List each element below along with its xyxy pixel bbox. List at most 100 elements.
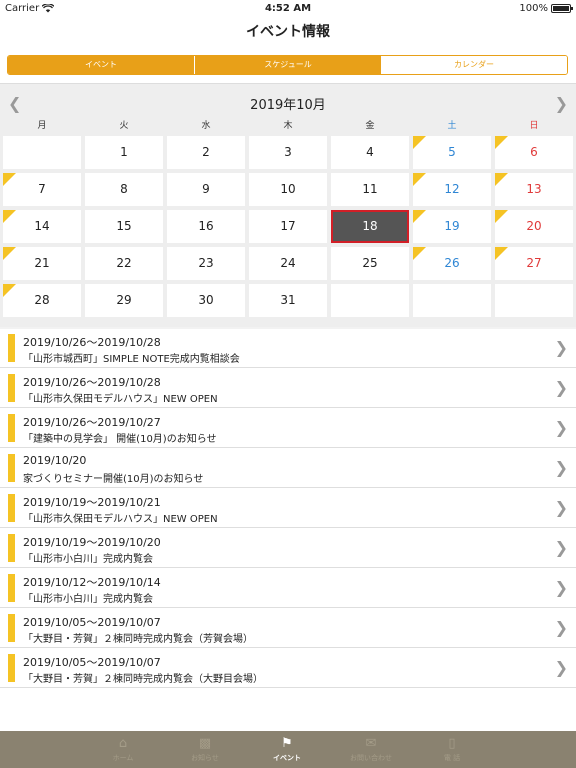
calendar-day[interactable]: 20 [495, 210, 573, 243]
calendar-day-number: 31 [280, 293, 296, 307]
calendar-day-number: 6 [530, 145, 538, 159]
event-color-bar [8, 614, 15, 642]
event-marker-icon [413, 247, 426, 260]
event-date: 2019/10/26〜2019/10/27 [23, 416, 161, 429]
calendar-day-number: 13 [526, 182, 542, 196]
status-time: 4:52 AM [264, 3, 312, 14]
event-marker-icon [3, 173, 16, 186]
calendar-day[interactable]: 3 [249, 136, 327, 169]
calendar-header: ❮ 2019年10月 ❯ [0, 84, 576, 118]
calendar-day-number: 29 [116, 293, 132, 307]
calendar-day[interactable]: 24 [249, 247, 327, 280]
event-list-item[interactable]: 2019/10/05〜2019/10/07 「大野目・芳賀」２棟同時完成内覧会（芳… [0, 609, 576, 648]
calendar-grid: 1 2 3 4 5 6 7 8 9 10 11 12 13 14 15 16 17 18 19 20 21 22 23 24 2… [0, 136, 576, 319]
calendar-day[interactable]: 16 [167, 210, 245, 243]
tab-home[interactable]: ⌂ ホーム [82, 731, 164, 768]
event-list-item[interactable]: 2019/10/19〜2019/10/20 「山形市小白川」完成内覧会 ❯ [0, 529, 576, 568]
calendar-day[interactable]: 6 [495, 136, 573, 169]
calendar-day[interactable]: 11 [331, 173, 409, 206]
event-list-item[interactable]: 2019/10/19〜2019/10/21 「山形市久保田モデルハウス」NEW O… [0, 489, 576, 528]
calendar-day-number: 14 [34, 219, 50, 233]
tab-contact[interactable]: ✉ お問い合わせ [330, 731, 412, 768]
event-marker-icon [3, 210, 16, 223]
event-title: 「山形市小白川」完成内覧会 [23, 554, 153, 565]
segment-control-bar: イベント スケジュール カレンダー [0, 48, 576, 84]
event-date: 2019/10/19〜2019/10/21 [23, 496, 161, 509]
chevron-right-icon: ❯ [554, 658, 568, 677]
calendar-day[interactable]: 15 [85, 210, 163, 243]
calendar-day[interactable]: 12 [413, 173, 491, 206]
status-bar: Carrier 4:52 AM 100% [0, 0, 576, 18]
calendar-day-number: 10 [280, 182, 296, 196]
calendar-day-number: 18 [362, 219, 378, 233]
calendar-day[interactable]: 21 [3, 247, 81, 280]
calendar-day[interactable]: 26 [413, 247, 491, 280]
event-date: 2019/10/12〜2019/10/14 [23, 576, 161, 589]
calendar-day[interactable]: 27 [495, 247, 573, 280]
calendar-day[interactable]: 31 [249, 284, 327, 317]
event-title: 「建築中の見学会」 開催(10月)のお知らせ [23, 434, 217, 445]
event-list-item[interactable]: 2019/10/26〜2019/10/28 「山形市城西町」SIMPLE NOTE… [0, 329, 576, 368]
chevron-right-icon[interactable]: ❯ [555, 94, 568, 113]
event-title: 「山形市城西町」SIMPLE NOTE完成内覧相談会 [23, 354, 240, 365]
home-icon: ⌂ [118, 736, 128, 751]
segment-calendar[interactable]: カレンダー [381, 56, 567, 74]
event-title: 「山形市久保田モデルハウス」NEW OPEN [23, 394, 218, 405]
phone-icon: ▯ [448, 736, 456, 751]
event-list: 2019/10/26〜2019/10/28 「山形市城西町」SIMPLE NOTE… [0, 329, 576, 731]
segment-control: イベント スケジュール カレンダー [7, 55, 568, 75]
calendar-empty-cell [495, 284, 573, 317]
calendar-day[interactable]: 10 [249, 173, 327, 206]
chevron-right-icon: ❯ [554, 338, 568, 357]
segment-schedule[interactable]: スケジュール [194, 56, 381, 74]
tab-event[interactable]: ⚑ イベント [246, 731, 328, 768]
calendar-day[interactable]: 28 [3, 284, 81, 317]
event-list-item[interactable]: 2019/10/26〜2019/10/28 「山形市久保田モデルハウス」NEW O… [0, 369, 576, 408]
calendar-day-number: 30 [198, 293, 214, 307]
event-color-bar [8, 534, 15, 562]
calendar-day-number: 8 [120, 182, 128, 196]
calendar-day[interactable]: 25 [331, 247, 409, 280]
calendar-day-number: 28 [34, 293, 50, 307]
calendar-day-number: 19 [444, 219, 460, 233]
calendar-day-number: 5 [448, 145, 456, 159]
calendar-day-number: 24 [280, 256, 296, 270]
calendar-day[interactable]: 1 [85, 136, 163, 169]
calendar-day[interactable]: 13 [495, 173, 573, 206]
event-list-item[interactable]: 2019/10/05〜2019/10/07 「大野目・芳賀」２棟同時完成内覧会（大… [0, 649, 576, 688]
event-marker-icon [3, 284, 16, 297]
event-list-item[interactable]: 2019/10/26〜2019/10/27 「建築中の見学会」 開催(10月)のお… [0, 409, 576, 448]
event-list-item[interactable]: 2019/10/20 家づくりセミナー開催(10月)のお知らせ ❯ [0, 449, 576, 488]
calendar-day-number: 2 [202, 145, 210, 159]
event-title: 「山形市小白川」完成内覧会 [23, 594, 153, 605]
calendar-day[interactable]: 14 [3, 210, 81, 243]
event-title: 家づくりセミナー開催(10月)のお知らせ [23, 474, 204, 485]
tab-phone[interactable]: ▯ 電 話 [411, 731, 493, 768]
event-list-item[interactable]: 2019/10/12〜2019/10/14 「山形市小白川」完成内覧会 ❯ [0, 569, 576, 608]
calendar-day[interactable]: 18 [331, 210, 409, 243]
page-title: イベント情報 [246, 24, 330, 40]
calendar-day[interactable]: 8 [85, 173, 163, 206]
calendar-empty-cell [413, 284, 491, 317]
calendar-day[interactable]: 29 [85, 284, 163, 317]
tab-news[interactable]: ▩ お知らせ [164, 731, 246, 768]
segment-event[interactable]: イベント [8, 56, 194, 74]
calendar-day[interactable]: 17 [249, 210, 327, 243]
tab-label: お問い合わせ [350, 754, 392, 762]
calendar-day[interactable]: 2 [167, 136, 245, 169]
calendar-day[interactable]: 19 [413, 210, 491, 243]
calendar-day[interactable]: 9 [167, 173, 245, 206]
calendar-day[interactable]: 23 [167, 247, 245, 280]
mail-icon: ✉ [365, 736, 377, 751]
calendar-day-number: 22 [116, 256, 132, 270]
weekday-label: 月 [37, 121, 47, 131]
calendar-day-number: 20 [526, 219, 542, 233]
calendar-day[interactable]: 30 [167, 284, 245, 317]
calendar-day[interactable]: 22 [85, 247, 163, 280]
calendar-day-number: 23 [198, 256, 214, 270]
calendar-day[interactable]: 5 [413, 136, 491, 169]
chevron-right-icon: ❯ [554, 378, 568, 397]
calendar-day[interactable]: 7 [3, 173, 81, 206]
calendar-day[interactable]: 4 [331, 136, 409, 169]
chevron-right-icon: ❯ [554, 458, 568, 477]
